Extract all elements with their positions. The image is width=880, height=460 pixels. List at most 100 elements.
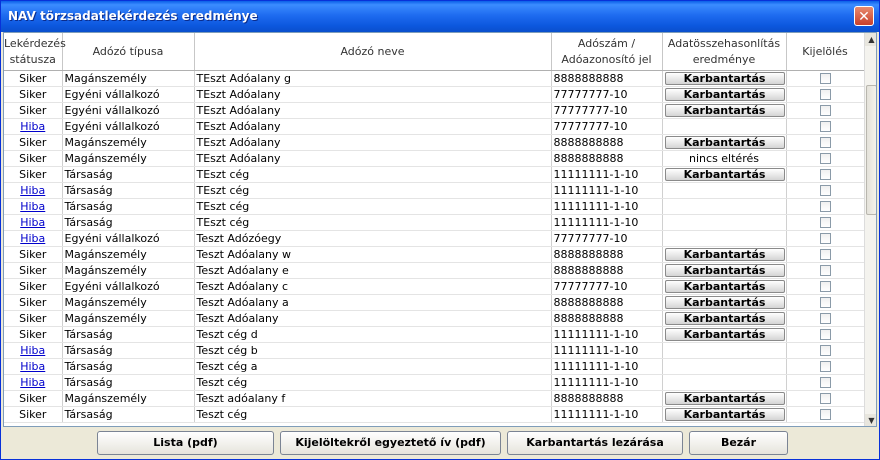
name-cell: Teszt Adóalany c <box>194 278 552 295</box>
select-checkbox[interactable] <box>819 409 831 420</box>
select-checkbox[interactable] <box>819 121 831 132</box>
table-row[interactable]: Hiba Társaság TEszt cég 11111111-1-10 <box>4 214 865 231</box>
table-row[interactable]: Siker Magánszemély TEszt Adóalany 888888888… <box>4 150 865 167</box>
table-row[interactable]: Siker Magánszemély Teszt Adóalany a 8888888… <box>4 294 865 311</box>
maintenance-button[interactable]: Karbantartás <box>664 392 785 405</box>
table-row[interactable]: Siker Magánszemély TEszt Adóalany g 8888888… <box>4 70 865 87</box>
column-header-status[interactable]: Lekérdezés státusza <box>4 33 66 71</box>
type-cell: Társaság <box>62 358 195 375</box>
comparison-cell <box>662 374 787 391</box>
select-checkbox[interactable] <box>819 137 831 148</box>
select-checkbox[interactable] <box>819 249 831 260</box>
maintenance-button[interactable]: Karbantartás <box>664 408 785 421</box>
column-header-comparison[interactable]: Adatösszehasonlítás eredménye <box>662 33 787 71</box>
table-row[interactable]: Siker Társaság Teszt cég d 11111111-1-10 Kar… <box>4 326 865 343</box>
table-row[interactable]: Siker Társaság Teszt cég 11111111-1-10 Karba… <box>4 406 865 423</box>
select-checkbox[interactable] <box>819 73 831 84</box>
select-checkbox[interactable] <box>819 377 831 388</box>
maintenance-button[interactable]: Karbantartás <box>664 328 785 341</box>
vertical-scrollbar[interactable]: ▲ ▼ <box>864 33 876 426</box>
table-row[interactable]: Hiba Egyéni vállalkozó TEszt Adóalany 77777… <box>4 118 865 135</box>
column-header-select[interactable]: Kijelölés <box>786 33 865 71</box>
select-checkbox[interactable] <box>819 89 831 100</box>
table-row[interactable]: Siker Magánszemély Teszt Adóalany 888888888… <box>4 310 865 327</box>
table-row[interactable]: Siker Egyéni vállalkozó TEszt Adóalany 7777… <box>4 102 865 119</box>
selected-reconciliation-pdf-button[interactable]: Kijelöltekről egyeztető ív (pdf) <box>280 431 501 455</box>
table-row[interactable]: Hiba Társaság Teszt cég 11111111-1-10 <box>4 374 865 391</box>
table-row[interactable]: Hiba Társaság Teszt cég a 11111111-1-10 <box>4 358 865 375</box>
column-header-taxid[interactable]: Adószám / Adóazonosító jel <box>551 33 663 71</box>
table-row[interactable]: Siker Magánszemély Teszt Adóalany w 8888888… <box>4 246 865 263</box>
select-cell <box>786 342 865 359</box>
column-header-type[interactable]: Adózó típusa <box>62 33 195 71</box>
maintenance-button[interactable]: Karbantartás <box>664 248 785 261</box>
select-checkbox[interactable] <box>819 297 831 308</box>
column-header-name[interactable]: Adózó neve <box>194 33 552 71</box>
select-checkbox[interactable] <box>819 265 831 276</box>
name-cell: Teszt Adózóegy <box>194 230 552 247</box>
select-checkbox[interactable] <box>819 361 831 372</box>
status-error-link[interactable]: Hiba <box>4 182 63 199</box>
close-button[interactable]: Bezár <box>689 431 788 455</box>
table-row[interactable]: Siker Egyéni vállalkozó TEszt Adóalany 7777… <box>4 86 865 103</box>
close-maintenance-button[interactable]: Karbantartás lezárása <box>507 431 683 455</box>
type-cell: Magánszemély <box>62 262 195 279</box>
maintenance-button[interactable]: Karbantartás <box>664 280 785 293</box>
select-checkbox[interactable] <box>819 329 831 340</box>
status-error-link[interactable]: Hiba <box>4 374 63 391</box>
maintenance-button[interactable]: Karbantartás <box>664 88 785 101</box>
select-checkbox[interactable] <box>819 201 831 212</box>
status-error-link[interactable]: Hiba <box>4 230 63 247</box>
status-cell: Siker <box>4 294 63 311</box>
table-row[interactable]: Hiba Társaság TEszt cég 11111111-1-10 <box>4 182 865 199</box>
name-cell: Teszt Adóalany e <box>194 262 552 279</box>
name-cell: TEszt Adóalany <box>194 102 552 119</box>
status-error-link[interactable]: Hiba <box>4 198 63 215</box>
status-error-link[interactable]: Hiba <box>4 214 63 231</box>
title-bar[interactable]: NAV törzsadatlekérdezés eredménye ✕ <box>1 1 879 32</box>
select-checkbox[interactable] <box>819 185 831 196</box>
close-icon[interactable]: ✕ <box>854 6 874 26</box>
select-checkbox[interactable] <box>819 345 831 356</box>
select-checkbox[interactable] <box>819 393 831 404</box>
status-error-link[interactable]: Hiba <box>4 342 63 359</box>
select-checkbox[interactable] <box>819 105 831 116</box>
scroll-up-arrow-icon[interactable]: ▲ <box>865 33 876 46</box>
name-cell: TEszt cég <box>194 198 552 215</box>
select-checkbox[interactable] <box>819 313 831 324</box>
status-cell: Siker <box>4 406 63 423</box>
maintenance-button[interactable]: Karbantartás <box>664 264 785 277</box>
table-row[interactable]: Siker Egyéni vállalkozó Teszt Adóalany c 77… <box>4 278 865 295</box>
table-row[interactable]: Siker Társaság TEszt cég 11111111-1-10 Karba… <box>4 166 865 183</box>
taxid-cell: 77777777-10 <box>551 102 663 119</box>
maintenance-button[interactable]: Karbantartás <box>664 312 785 325</box>
select-cell <box>786 374 865 391</box>
select-checkbox[interactable] <box>819 153 831 164</box>
taxid-cell: 11111111-1-10 <box>551 166 663 183</box>
maintenance-button[interactable]: Karbantartás <box>664 296 785 309</box>
status-error-link[interactable]: Hiba <box>4 358 63 375</box>
table-row[interactable]: Hiba Egyéni vállalkozó Teszt Adózóegy 77777… <box>4 230 865 247</box>
name-cell: TEszt Adóalany <box>194 150 552 167</box>
table-row[interactable]: Hiba Társaság Teszt cég b 11111111-1-10 <box>4 342 865 359</box>
status-error-link[interactable]: Hiba <box>4 118 63 135</box>
name-cell: TEszt cég <box>194 182 552 199</box>
results-table-area: Lekérdezés státusza Adózó típusa Adózó n… <box>3 32 877 427</box>
scrollbar-thumb[interactable] <box>866 85 876 215</box>
select-checkbox[interactable] <box>819 233 831 244</box>
table-row[interactable]: Hiba Társaság TEszt cég 11111111-1-10 <box>4 198 865 215</box>
table-row[interactable]: Siker Magánszemély Teszt Adóalany e 8888888… <box>4 262 865 279</box>
maintenance-button[interactable]: Karbantartás <box>664 72 785 85</box>
maintenance-button[interactable]: Karbantartás <box>664 104 785 117</box>
taxid-cell: 77777777-10 <box>551 86 663 103</box>
table-row[interactable]: Siker Magánszemély TEszt Adóalany 888888888… <box>4 134 865 151</box>
maintenance-button[interactable]: Karbantartás <box>664 136 785 149</box>
table-row[interactable]: Siker Magánszemély Teszt adóalany f 8888888… <box>4 390 865 407</box>
select-checkbox[interactable] <box>819 217 831 228</box>
select-checkbox[interactable] <box>819 281 831 292</box>
list-pdf-button[interactable]: Lista (pdf) <box>97 431 274 455</box>
scroll-down-arrow-icon[interactable]: ▼ <box>865 414 876 426</box>
name-cell: Teszt Adóalany w <box>194 246 552 263</box>
select-checkbox[interactable] <box>819 169 831 180</box>
maintenance-button[interactable]: Karbantartás <box>664 168 785 181</box>
